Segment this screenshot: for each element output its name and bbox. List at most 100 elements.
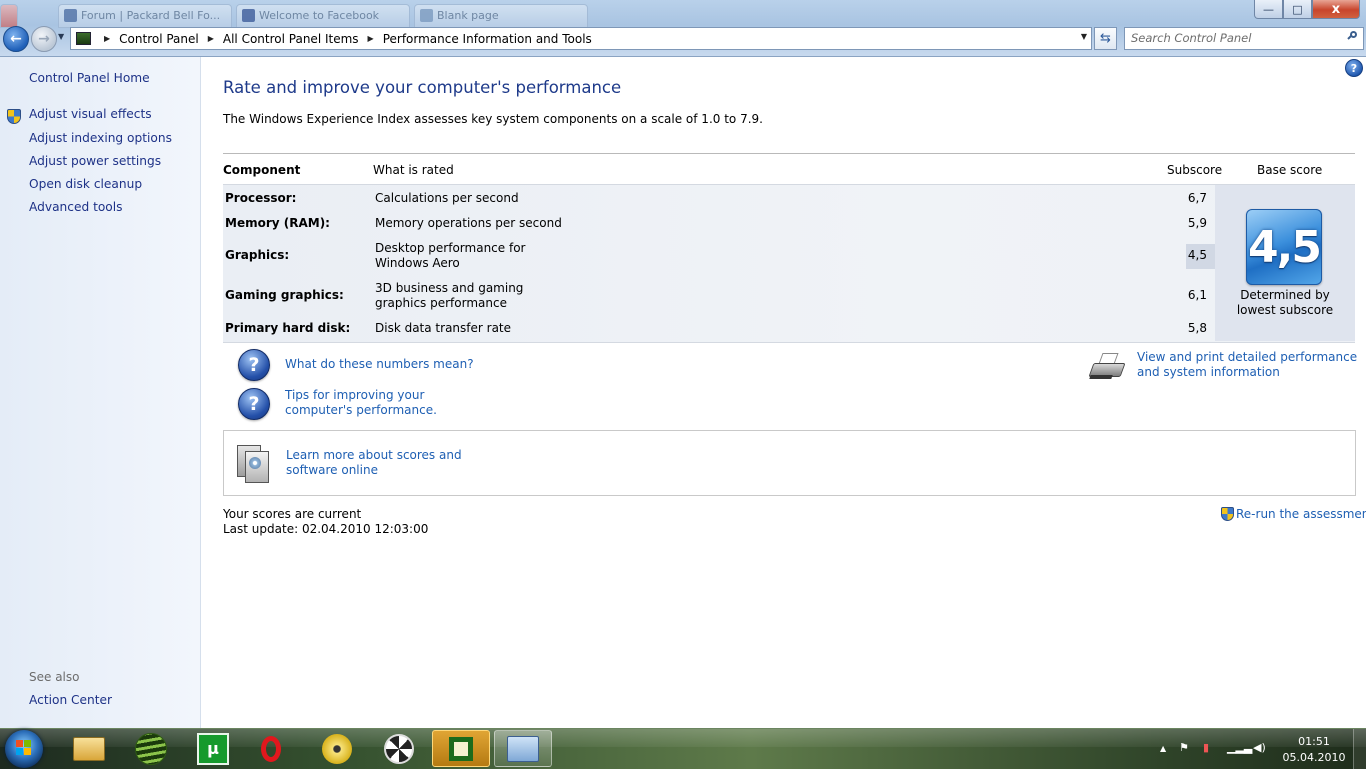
subscore-value: 6,1 [1187,288,1207,302]
network-signal-icon[interactable]: ▁▂▃ [1227,741,1252,755]
clock-time: 01:51 [1298,735,1330,748]
column-header-base-score: Base score [1257,163,1323,177]
opera-taskbar-button[interactable] [242,730,300,767]
search-box [1124,27,1364,50]
spotify-icon [135,732,167,765]
tips-for-improving-link[interactable]: Tips for improving your computer's perfo… [285,388,485,418]
opera-icon [261,735,281,762]
explorer-taskbar-button[interactable] [60,730,118,767]
what-is-rated: Calculations per second [375,191,519,205]
uac-shield-icon [7,109,21,124]
learn-more-box: Learn more about scores and software onl… [223,430,1356,496]
base-score-caption: Determined by lowest subscore [1236,288,1334,317]
refresh-icon: ⇆ [1100,31,1111,46]
window-chrome: Forum | Packard Bell Fo... Welcome to Fa… [0,0,1366,57]
adjust-power-settings-link[interactable]: Adjust power settings [29,154,161,168]
tab-favicon-icon [242,9,255,22]
breadcrumb-all-items[interactable]: All Control Panel Items [223,32,359,46]
breadcrumb-separator-icon[interactable]: ▶ [368,34,374,43]
printer-icon [1088,351,1126,381]
ghost-tab-3: Blank page [414,4,588,28]
search-input[interactable] [1125,28,1343,47]
close-button[interactable]: x [1312,0,1360,19]
what-is-rated: Disk data transfer rate [375,321,512,335]
subscore-value: 5,8 [1187,321,1207,335]
disc-burner-taskbar-button[interactable] [308,730,366,767]
folder-icon [73,736,105,761]
minimize-button[interactable]: — [1254,0,1283,19]
left-navigation-pane: Control Panel Home Adjust visual effects… [0,57,201,728]
adjust-indexing-options-link[interactable]: Adjust indexing options [29,131,172,145]
subscore-value: 4,5 [1187,248,1207,262]
ghost-tab-1: Forum | Packard Bell Fo... [58,4,232,28]
open-disk-cleanup-link[interactable]: Open disk cleanup [29,177,142,191]
amd-vision-icon [449,736,473,761]
what-is-rated: Desktop performance for Windows Aero [375,241,526,270]
tab-favicon-icon [64,9,77,22]
fan-icon [384,733,414,764]
control-panel-icon [76,32,91,45]
arrow-right-icon: → [38,31,50,47]
component-name: Primary hard disk: [225,321,351,335]
arrow-left-icon: ← [10,31,22,47]
background-app-icon [0,4,18,28]
amd-vision-taskbar-button[interactable] [432,730,490,767]
breadcrumb-control-panel[interactable]: Control Panel [119,32,199,46]
breadcrumb-performance[interactable]: Performance Information and Tools [383,32,592,46]
software-box-icon [233,443,269,483]
background-browser-tabs: Forum | Packard Bell Fo... Welcome to Fa… [0,0,640,28]
back-button[interactable]: ← [3,26,29,52]
disc-icon [322,733,352,764]
main-content: ? Rate and improve your computer's perfo… [201,57,1366,728]
subscore-value: 6,7 [1187,191,1207,205]
view-and-print-details-link[interactable]: View and print detailed performance and … [1137,350,1359,380]
forward-button[interactable]: → [31,26,57,52]
component-name: Graphics: [225,248,290,262]
breadcrumb-separator-icon[interactable]: ▶ [104,34,110,43]
show-hidden-icons-button[interactable]: ▲ [1160,744,1166,758]
address-bar[interactable]: ▶ Control Panel ▶ All Control Panel Item… [70,27,1092,50]
learn-more-scores-link[interactable]: Learn more about scores and software onl… [286,448,501,478]
window-controls: — □ x [1254,0,1360,20]
recent-pages-dropdown[interactable]: ▼ [58,32,64,41]
utorrent-icon: µ [197,732,229,765]
fan-control-taskbar-button[interactable] [370,730,428,767]
adjust-visual-effects-link[interactable]: Adjust visual effects [29,107,152,121]
start-button[interactable] [5,730,43,768]
help-icon[interactable]: ? [1345,59,1363,77]
volume-icon[interactable]: ◀) [1253,741,1266,755]
control-panel-home-link[interactable]: Control Panel Home [29,71,150,85]
column-header-what-is-rated: What is rated [373,163,454,177]
question-mark-icon: ? [238,349,270,381]
page-description: The Windows Experience Index assesses ke… [223,112,763,126]
control-panel-taskbar-button[interactable] [494,730,552,767]
column-header-component: Component [223,163,301,177]
breadcrumb-separator-icon[interactable]: ▶ [208,34,214,43]
what-is-rated: Memory operations per second [375,216,562,230]
clock[interactable]: 01:51 05.04.2010 [1276,734,1352,766]
maximize-button[interactable]: □ [1283,0,1312,19]
component-name: Gaming graphics: [225,288,344,302]
action-center-link[interactable]: Action Center [29,693,112,707]
component-name: Memory (RAM): [225,216,330,230]
rerun-assessment-link[interactable]: Re-run the assessment [1236,507,1366,521]
action-center-flag-icon[interactable]: ⚑ [1179,741,1189,755]
column-header-subscore: Subscore [1167,163,1223,177]
search-icon[interactable] [1347,31,1359,42]
power-icon[interactable]: ▮ [1203,741,1209,755]
subscore-value: 5,9 [1187,216,1207,230]
what-do-these-numbers-mean-link[interactable]: What do these numbers mean? [285,357,474,372]
see-also-heading: See also [29,670,80,684]
control-panel-icon [507,735,539,762]
ghost-tab-2: Welcome to Facebook [236,4,410,28]
score-status: Your scores are current [223,507,362,521]
refresh-button[interactable]: ⇆ [1094,27,1117,50]
spotify-taskbar-button[interactable] [122,730,180,767]
utorrent-taskbar-button[interactable]: µ [184,730,242,767]
chevron-down-icon[interactable]: ▼ [1081,32,1087,41]
show-desktop-button[interactable] [1353,729,1366,769]
last-update: Last update: 02.04.2010 12:03:00 [223,522,429,536]
advanced-tools-link[interactable]: Advanced tools [29,200,123,214]
clock-date: 05.04.2010 [1282,751,1346,764]
taskbar: µ ▲ ⚑ ▮ ▁▂▃ ◀) 01:51 05.04.2010 [0,728,1366,769]
